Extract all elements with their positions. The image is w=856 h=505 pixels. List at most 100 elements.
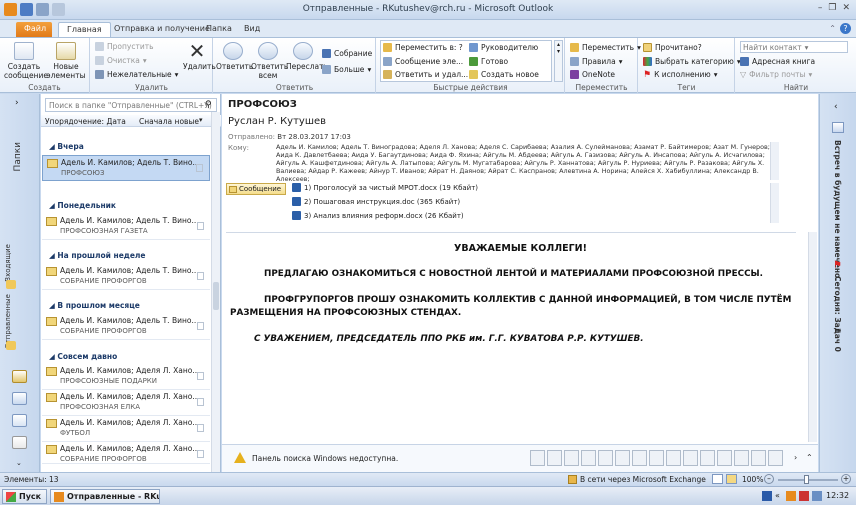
inbox-label[interactable]: Входящие bbox=[4, 244, 12, 282]
language-icon[interactable] bbox=[762, 491, 772, 501]
list-item[interactable]: Адель И. Камилов; Аделя Л. Хано... ФУТБО… bbox=[42, 416, 210, 442]
address-book-button[interactable]: Адресная книга bbox=[740, 56, 815, 67]
reply-button[interactable]: Ответить bbox=[216, 42, 253, 71]
message-sender[interactable]: Руслан Р. Кутушев bbox=[228, 116, 326, 127]
cleanup-button[interactable]: Очистка ▾ bbox=[95, 55, 147, 66]
group-header-monday[interactable]: ◢ Понедельник bbox=[49, 201, 116, 210]
attachment-3[interactable]: 3) Анализ влияния реформ.docx (26 Кбайт) bbox=[292, 211, 464, 220]
flag-icon[interactable] bbox=[197, 222, 204, 230]
reading-view-icon[interactable] bbox=[726, 474, 737, 484]
tab-view[interactable]: Вид bbox=[236, 22, 268, 38]
flag-icon[interactable] bbox=[197, 372, 204, 380]
quickstep-move-to[interactable]: Переместить в: ? bbox=[383, 42, 463, 53]
quick-steps-scroll[interactable]: ▴ ▾ bbox=[554, 40, 563, 82]
find-contact-input[interactable]: Найти контакт ▾ bbox=[740, 41, 848, 53]
start-button[interactable]: Пуск bbox=[2, 489, 47, 504]
minimize-icon[interactable]: – bbox=[818, 3, 823, 13]
person-icon[interactable] bbox=[700, 450, 715, 466]
list-item[interactable]: Адель И. Камилов; Аделя Л. Хано... ПРОФС… bbox=[42, 364, 210, 390]
scroll-thumb[interactable] bbox=[213, 282, 219, 310]
unread-button[interactable]: Прочитано? bbox=[643, 42, 702, 53]
todo-menu-icon[interactable]: ≡ bbox=[835, 326, 842, 335]
message-list-scrollbar[interactable] bbox=[211, 112, 220, 472]
list-item[interactable]: Адель И. Камилов; Адель Т. Вино... ПРОФС… bbox=[42, 155, 210, 181]
person-icon[interactable] bbox=[734, 450, 749, 466]
ignore-button[interactable]: Пропустить bbox=[95, 41, 154, 52]
more-respond-button[interactable]: Больше ▾ bbox=[322, 64, 371, 75]
body-scrollbar[interactable] bbox=[808, 232, 817, 442]
reply-all-button[interactable]: Ответить всем bbox=[251, 42, 288, 80]
rules-button[interactable]: Правила ▾ bbox=[570, 56, 622, 67]
help-icon[interactable]: ? bbox=[840, 23, 851, 34]
expand-people-pane-icon[interactable]: › bbox=[794, 453, 797, 462]
followup-button[interactable]: ⚑ К исполнению ▾ bbox=[643, 69, 717, 80]
move-button[interactable]: Переместить ▾ bbox=[570, 42, 641, 53]
person-icon[interactable] bbox=[615, 450, 630, 466]
clock[interactable]: 12:32 bbox=[826, 491, 849, 500]
tasks-icon[interactable] bbox=[12, 436, 27, 449]
zoom-in-icon[interactable]: + bbox=[841, 474, 851, 484]
new-message-button[interactable]: Создать сообщение bbox=[4, 42, 48, 80]
person-icon[interactable] bbox=[751, 450, 766, 466]
sent-icon[interactable] bbox=[6, 341, 16, 350]
person-icon[interactable] bbox=[632, 450, 647, 466]
list-item[interactable]: Адель И. Камилов; Адель Т. Вино... СОБРА… bbox=[42, 314, 210, 340]
filter-email-button[interactable]: ▽ Фильтр почты ▾ bbox=[740, 69, 812, 80]
recipients-list[interactable]: Адель И. Камилов; Адель Т. Виноградова; … bbox=[276, 143, 776, 183]
group-header-last-week[interactable]: ◢ На прошлой неделе bbox=[49, 251, 146, 260]
person-icon[interactable] bbox=[649, 450, 664, 466]
person-icon[interactable] bbox=[530, 450, 545, 466]
quickstep-done[interactable]: Готово bbox=[469, 56, 508, 67]
onenote-button[interactable]: OneNote bbox=[570, 69, 615, 80]
expand-todo-icon[interactable]: ‹ bbox=[834, 102, 838, 112]
categorize-button[interactable]: Выбрать категорию ▾ bbox=[643, 56, 741, 67]
tab-file[interactable]: Файл bbox=[16, 22, 52, 38]
search-icon[interactable]: ⚲ bbox=[205, 100, 212, 110]
tab-folder[interactable]: Папка bbox=[198, 22, 240, 38]
tray-network-icon[interactable] bbox=[812, 491, 822, 501]
collapse-people-pane-icon[interactable]: ⌃ bbox=[806, 453, 813, 462]
group-header-last-month[interactable]: ◢ В прошлом месяце bbox=[49, 301, 140, 310]
person-icon[interactable] bbox=[683, 450, 698, 466]
forward-button[interactable]: Переслать bbox=[286, 42, 328, 71]
person-icon[interactable] bbox=[768, 450, 783, 466]
message-tab[interactable]: Сообщение bbox=[226, 183, 286, 195]
maximize-icon[interactable]: ❐ bbox=[828, 3, 836, 13]
tray-expand-icon[interactable]: « bbox=[775, 491, 780, 500]
normal-view-icon[interactable] bbox=[712, 474, 723, 484]
group-header-older[interactable]: ◢ Совсем давно bbox=[49, 352, 117, 361]
recipients-scrollbar[interactable] bbox=[770, 142, 779, 180]
close-icon[interactable]: ✕ bbox=[842, 3, 850, 13]
person-icon[interactable] bbox=[598, 450, 613, 466]
flag-icon[interactable] bbox=[196, 164, 203, 172]
mail-icon[interactable] bbox=[12, 370, 27, 383]
ribbon-minimize-icon[interactable]: ⌃ bbox=[829, 24, 836, 33]
sort-order-arrow-icon[interactable]: ▾ bbox=[199, 116, 203, 124]
group-header-yesterday[interactable]: ◢ Вчера bbox=[49, 142, 84, 151]
attachment-1[interactable]: 1) Проголосуй за чистый МРОТ.docx (19 Кб… bbox=[292, 183, 478, 192]
quickstep-reply-delete[interactable]: Ответить и удал... bbox=[383, 69, 468, 80]
person-icon[interactable] bbox=[564, 450, 579, 466]
quickstep-create-new[interactable]: Создать новое bbox=[469, 69, 539, 80]
flag-icon[interactable] bbox=[197, 272, 204, 280]
person-icon[interactable] bbox=[547, 450, 562, 466]
inbox-icon[interactable] bbox=[6, 280, 16, 289]
tray-outlook-icon[interactable] bbox=[786, 491, 796, 501]
contacts-icon[interactable] bbox=[12, 414, 27, 427]
tray-antivirus-icon[interactable] bbox=[799, 491, 809, 501]
delete-button[interactable]: ✕ Удалить bbox=[183, 41, 216, 71]
list-item[interactable]: Адель И. Камилов; Адель Т. Вино... ПРОФС… bbox=[42, 214, 210, 240]
quickstep-team-email[interactable]: Сообщение эле... bbox=[383, 56, 463, 67]
sort-by-button[interactable]: Упорядочение: Дата bbox=[45, 117, 126, 126]
tab-home[interactable]: Главная bbox=[58, 22, 111, 38]
flag-icon[interactable] bbox=[197, 398, 204, 406]
calendar-icon[interactable] bbox=[12, 392, 27, 405]
expand-nav-icon[interactable]: › bbox=[15, 98, 19, 108]
list-item[interactable]: Адель И. Камилов; Аделя Л. Хано... ПРОФС… bbox=[42, 390, 210, 416]
meeting-button[interactable]: Собрание bbox=[322, 48, 372, 59]
flag-icon[interactable] bbox=[197, 424, 204, 432]
attachments-scrollbar[interactable] bbox=[770, 183, 779, 223]
junk-button[interactable]: Нежелательные ▾ bbox=[95, 69, 178, 80]
nav-more-icon[interactable]: ⌄ bbox=[16, 459, 22, 467]
person-icon[interactable] bbox=[666, 450, 681, 466]
